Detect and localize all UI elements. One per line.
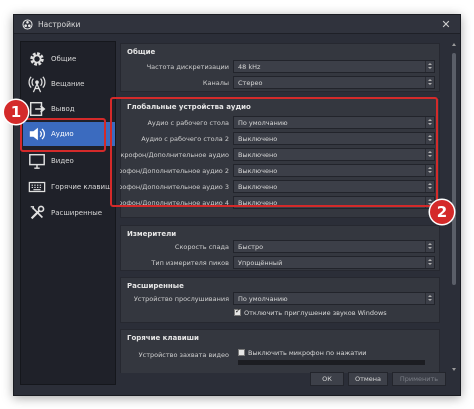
step-2-badge: 2 bbox=[430, 200, 454, 224]
keyboard-icon bbox=[28, 181, 46, 193]
mute-mic-checkbox[interactable] bbox=[238, 349, 245, 356]
scroll-down-arrow-icon[interactable] bbox=[451, 367, 457, 373]
window-title: Настройки bbox=[38, 20, 81, 29]
group-title: Измерители bbox=[127, 230, 177, 238]
mute-mic-label: Выключить микрофон по нажатии bbox=[248, 349, 367, 357]
meters-group: Измерители Скорость спада Быстро Тип изм… bbox=[120, 225, 440, 271]
updown-arrows-icon bbox=[425, 77, 434, 88]
select-value: По умолчанию bbox=[238, 295, 288, 303]
broadcast-icon bbox=[28, 76, 46, 93]
row-label: Частота дискретизации bbox=[146, 63, 229, 71]
scroll-thumb[interactable] bbox=[452, 53, 456, 285]
group-title: Горячие клавиши bbox=[127, 334, 199, 342]
tools-icon bbox=[30, 205, 45, 220]
scroll-up-arrow-icon[interactable] bbox=[451, 41, 457, 47]
output-icon bbox=[29, 101, 46, 117]
global-devices-highlight bbox=[110, 97, 438, 207]
row-label: Скорость спада bbox=[174, 243, 229, 251]
updown-arrows-icon bbox=[425, 241, 434, 252]
row-label: Устройство захвата видео bbox=[138, 351, 229, 359]
disable-ducking-checkbox[interactable] bbox=[234, 307, 241, 316]
advanced-group: Расширенные Устройство прослушивания По … bbox=[120, 277, 440, 323]
monitoring-device-row: Устройство прослушивания По умолчанию bbox=[121, 292, 439, 305]
obs-logo-icon bbox=[22, 19, 33, 30]
sidebar-item-general[interactable]: Общие bbox=[23, 47, 115, 71]
audio-tab-highlight bbox=[20, 118, 106, 152]
select-value: 48 kHz bbox=[238, 63, 261, 71]
hotkey-input[interactable] bbox=[238, 360, 425, 365]
title-bar: Настройки ✕ bbox=[14, 15, 460, 34]
sidebar-item-label: Горячие клавиш bbox=[51, 183, 112, 191]
row-label: Тип измерителя пиков bbox=[151, 259, 229, 267]
select-value: Быстро bbox=[238, 243, 264, 251]
monitor-icon bbox=[29, 153, 45, 169]
monitoring-device-select[interactable]: По умолчанию bbox=[233, 292, 435, 305]
channels-row: Каналы Стерео bbox=[121, 76, 439, 89]
ok-button[interactable]: ОК bbox=[310, 372, 344, 386]
sidebar-item-label: Общие bbox=[51, 55, 77, 63]
peak-meter-type-select[interactable]: Упрощённый bbox=[233, 256, 435, 269]
peak-meter-type-row: Тип измерителя пиков Упрощённый bbox=[121, 256, 439, 269]
hotkeys-group: Горячие клавиши Устройство захвата видео… bbox=[120, 329, 440, 373]
cancel-button[interactable]: Отмена bbox=[348, 372, 388, 386]
sidebar-item-label: Видео bbox=[51, 157, 74, 165]
sidebar-item-hotkeys[interactable]: Горячие клавиш bbox=[23, 175, 115, 199]
sidebar-item-label: Вещание bbox=[51, 80, 85, 88]
disable-ducking-label: Отключить приглушение звуков Windows bbox=[244, 309, 387, 317]
channels-select[interactable]: Стерео bbox=[233, 76, 435, 89]
sidebar-item-video[interactable]: Видео bbox=[23, 149, 115, 173]
apply-button[interactable]: Применить bbox=[392, 372, 446, 386]
settings-content: Общие Частота дискретизации 48 kHz Канал… bbox=[120, 41, 446, 373]
row-label: Каналы bbox=[202, 79, 229, 87]
select-value: Упрощённый bbox=[238, 259, 283, 267]
gear-icon bbox=[30, 52, 44, 66]
close-button[interactable]: ✕ bbox=[438, 17, 454, 32]
group-title: Общие bbox=[127, 48, 156, 56]
sample-rate-row: Частота дискретизации 48 kHz bbox=[121, 60, 439, 73]
decay-rate-select[interactable]: Быстро bbox=[233, 240, 435, 253]
updown-arrows-icon bbox=[425, 257, 434, 268]
decay-rate-row: Скорость спада Быстро bbox=[121, 240, 439, 253]
settings-sidebar: Общие Вещание Вывод Аудио Видео Горячие … bbox=[20, 41, 116, 385]
row-label: Устройство прослушивания bbox=[133, 295, 229, 303]
updown-arrows-icon bbox=[425, 293, 434, 304]
group-title: Расширенные bbox=[127, 282, 184, 290]
general-group: Общие Частота дискретизации 48 kHz Канал… bbox=[120, 43, 440, 92]
updown-arrows-icon bbox=[425, 61, 434, 72]
sidebar-item-stream[interactable]: Вещание bbox=[23, 72, 115, 96]
sidebar-item-label: Расширенные bbox=[51, 209, 103, 217]
step-1-badge: 1 bbox=[4, 100, 28, 124]
sample-rate-select[interactable]: 48 kHz bbox=[233, 60, 435, 73]
sidebar-item-label: Вывод bbox=[51, 105, 75, 113]
sidebar-item-advanced[interactable]: Расширенные bbox=[23, 201, 115, 225]
select-value: Стерео bbox=[238, 79, 263, 87]
